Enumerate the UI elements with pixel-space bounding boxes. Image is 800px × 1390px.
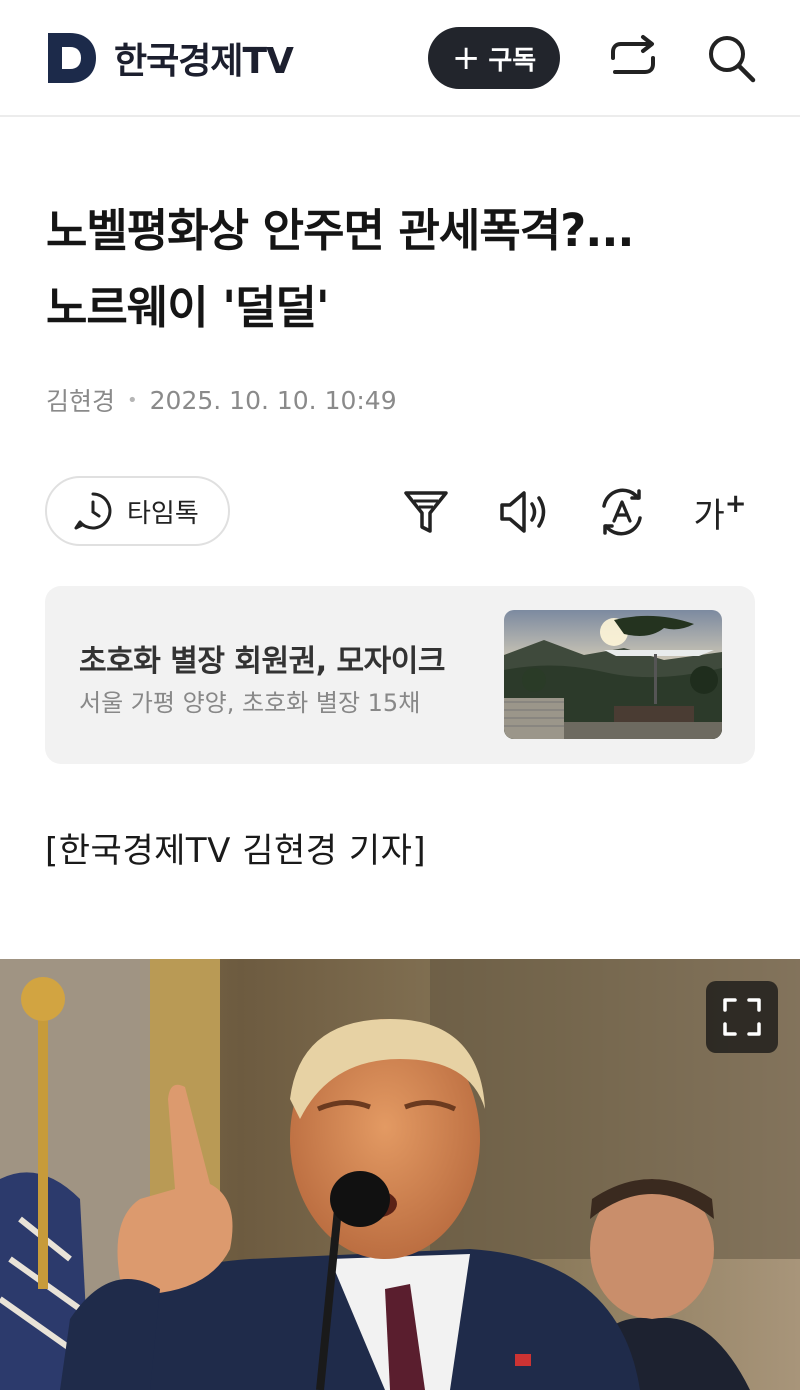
promo-title: 초호화 별장 회원권, 모자이크 <box>79 644 445 679</box>
font-size-button[interactable]: 가 + <box>692 484 748 540</box>
promo-subtitle: 서울 가평 양양, 초호화 별장 15채 <box>79 689 421 717</box>
font-size-plus: + <box>724 489 747 519</box>
clock-chat-icon <box>74 492 112 530</box>
article-title-line2: 노르웨이 '덜덜' <box>46 281 330 334</box>
article-meta: 김현경 • 2025. 10. 10. 10:49 <box>46 382 397 418</box>
promo-card[interactable]: 초호화 별장 회원권, 모자이크 서울 가평 양양, 초호화 별장 15채 <box>45 586 755 764</box>
speaker-icon <box>500 491 546 533</box>
search-icon <box>709 36 756 83</box>
translate-icon <box>602 488 642 536</box>
timetalk-button[interactable]: 타임톡 <box>45 476 230 546</box>
article-photo[interactable] <box>0 959 800 1390</box>
logo-d-icon <box>48 33 96 83</box>
share-button[interactable] <box>605 30 661 86</box>
site-logo[interactable]: 한국경제TV <box>46 30 294 86</box>
subscribe-button[interactable]: + 구독 <box>428 27 560 89</box>
villa-image <box>504 610 722 739</box>
summary-filter-button[interactable] <box>398 484 454 540</box>
timetalk-label: 타임톡 <box>127 498 199 529</box>
article-photo-image <box>0 959 800 1390</box>
reporter-byline: [한국경제TV 김현경 기자] <box>45 831 427 871</box>
article-title: 노벨평화상 안주면 관세폭격?... 노르웨이 '덜덜' <box>46 192 766 346</box>
plus-icon: + <box>451 38 481 78</box>
logo-text: 한국경제TV <box>114 41 294 82</box>
filter-icon <box>404 491 448 533</box>
promo-image <box>504 610 722 739</box>
font-size-label: 가 <box>693 495 725 536</box>
article-title-line1: 노벨평화상 안주면 관세폭격?... <box>46 204 635 257</box>
translate-button[interactable] <box>594 484 650 540</box>
top-header: 한국경제TV + 구독 <box>0 0 800 117</box>
expand-photo-button[interactable] <box>706 981 778 1053</box>
share-icon <box>611 35 655 74</box>
expand-icon <box>723 998 761 1036</box>
subscribe-label: 구독 <box>488 45 537 76</box>
meta-separator: • <box>127 389 138 411</box>
author-name[interactable]: 김현경 <box>46 382 115 418</box>
listen-button[interactable] <box>497 484 553 540</box>
publish-date: 2025. 10. 10. 10:49 <box>149 385 397 415</box>
search-button[interactable] <box>703 30 759 86</box>
